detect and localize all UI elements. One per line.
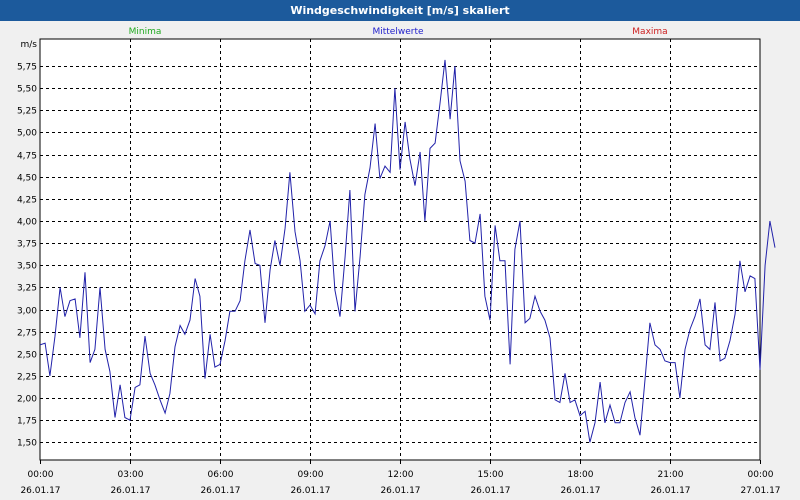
y-tick-label: 3,75 [17, 240, 37, 250]
x-tick-time: 12:00 [388, 470, 414, 480]
x-tick-time: 06:00 [208, 470, 234, 480]
x-tick-date: 26.01.17 [200, 486, 240, 496]
y-axis-ticks: 1,50 1,75 2,00 2,25 2,50 2,75 3,00 3,25 3,50 3,75… [17, 63, 37, 449]
y-tick-label: 5,25 [17, 107, 37, 117]
y-tick-label: 2,25 [17, 373, 37, 383]
y-tick-label: 5,50 [17, 85, 37, 95]
y-tick-label: 4,00 [17, 218, 37, 228]
y-tick-label: 1,75 [17, 417, 37, 427]
y-tick-label: 5,75 [17, 63, 37, 73]
x-tick-time: 00:00 [748, 470, 774, 480]
y-tick-label: 3,25 [17, 284, 37, 294]
y-tick-label: 2,00 [17, 395, 37, 405]
x-tick-time: 18:00 [568, 470, 594, 480]
legend-minima: Minima [129, 27, 162, 37]
x-tick-time: 03:00 [118, 470, 144, 480]
x-axis-ticks: 00:00 26.01.17 03:00 26.01.17 06:00 26.01.17 0… [20, 460, 781, 496]
y-tick-label: 1,50 [17, 439, 37, 449]
x-tick-time: 09:00 [298, 470, 324, 480]
legend-maxima: Maxima [632, 27, 667, 37]
x-tick-date: 26.01.17 [20, 486, 60, 496]
y-tick-label: 4,75 [17, 152, 37, 162]
x-tick-date: 26.01.17 [290, 486, 330, 496]
x-tick-time: 15:00 [478, 470, 504, 480]
x-tick-date: 26.01.17 [110, 486, 150, 496]
y-tick-label: 2,50 [17, 351, 37, 361]
y-tick-label: 3,50 [17, 262, 37, 272]
x-tick-date: 26.01.17 [650, 486, 690, 496]
x-tick-time: 00:00 [28, 470, 54, 480]
x-tick-date: 26.01.17 [380, 486, 420, 496]
legend: Minima Mittelwerte Maxima [129, 27, 668, 37]
legend-mittelwerte: Mittelwerte [372, 27, 423, 37]
y-tick-label: 3,00 [17, 307, 37, 317]
y-axis-unit: m/s [21, 40, 38, 50]
line-chart: m/s 1,50 1,75 2,00 2,25 2,50 2,75 3,00 3,25 3,50… [17, 27, 781, 496]
x-tick-date: 27.01.17 [740, 486, 780, 496]
x-tick-date: 26.01.17 [470, 486, 510, 496]
x-tick-date: 26.01.17 [560, 486, 600, 496]
y-tick-label: 5,00 [17, 129, 37, 139]
y-tick-label: 4,50 [17, 174, 37, 184]
y-tick-label: 4,25 [17, 196, 37, 206]
y-tick-label: 2,75 [17, 329, 37, 339]
x-tick-time: 21:00 [658, 470, 684, 480]
